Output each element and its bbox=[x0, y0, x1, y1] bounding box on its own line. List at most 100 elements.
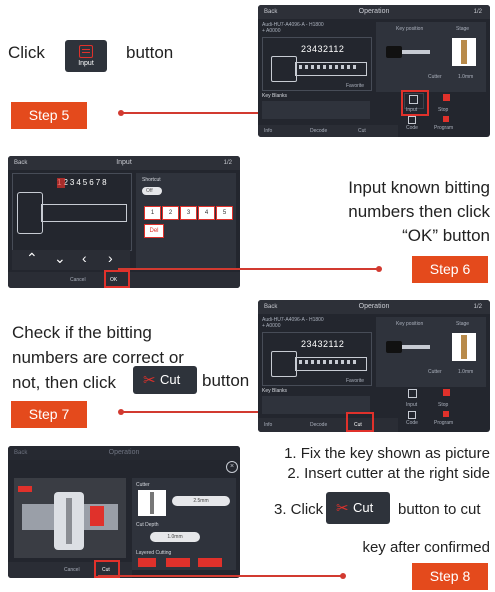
step8-line-4: key after confirmed bbox=[362, 539, 490, 556]
input-key-head bbox=[17, 192, 43, 234]
key-head-shape bbox=[271, 56, 297, 82]
step8-badge: Step 8 bbox=[412, 563, 488, 590]
step5-badge: Step 5 bbox=[11, 102, 87, 129]
step8-line-1: 1. Fix the key shown as picture bbox=[284, 445, 490, 462]
input-btn-text: Input bbox=[406, 107, 418, 113]
keypad-key[interactable]: 4 bbox=[198, 206, 215, 220]
layer-option-2[interactable] bbox=[166, 558, 190, 567]
input-button-illustration: Input bbox=[65, 40, 107, 72]
favorite-label[interactable]: Favorite bbox=[346, 83, 364, 89]
cutter-label-2: Cutter bbox=[428, 369, 442, 375]
arrow-right-icon[interactable]: › bbox=[108, 250, 113, 266]
step8-connector bbox=[98, 575, 344, 577]
digit-keypad: 12345 bbox=[144, 206, 233, 220]
shortcut-label: Shortcut bbox=[142, 177, 161, 183]
program-btn-text-2: Program bbox=[434, 420, 454, 426]
layered-cutting-heading: Layered Cutting bbox=[136, 550, 172, 556]
operation-titlebar-2: Back Operation 1/2 bbox=[258, 300, 490, 314]
step7-connector-dot bbox=[118, 409, 124, 415]
operation-screen-1: Back Operation 1/2 Audi-HU7-A4096-A - H1… bbox=[258, 5, 490, 137]
input-cancel-button[interactable]: Cancel bbox=[70, 277, 86, 283]
arrow-up-icon[interactable]: ⌃ bbox=[26, 250, 38, 267]
layer-option-3[interactable] bbox=[198, 558, 222, 567]
cut-icon-step8: ✂ bbox=[336, 500, 349, 517]
key-fob-icon-2 bbox=[386, 341, 402, 353]
step6-connector bbox=[118, 268, 380, 270]
step7-line-1: Check if the bitting bbox=[12, 323, 152, 342]
input-title: Input bbox=[116, 159, 132, 166]
stop-icon-button[interactable] bbox=[439, 93, 457, 107]
keypad-key[interactable]: 5 bbox=[216, 206, 233, 220]
key-position-label-2: Key position bbox=[396, 321, 424, 327]
cut-button-label-step7: Cut bbox=[160, 372, 181, 387]
bitting-code: 23432112 bbox=[301, 44, 345, 54]
key-position-label: Key position bbox=[396, 26, 424, 32]
keypad-key[interactable]: 2 bbox=[162, 206, 179, 220]
cut-icon: ✂ bbox=[143, 372, 156, 389]
cut-settings-panel: Cutter 2.5mm Cut Depth 1.0mm Layered Cut… bbox=[132, 478, 236, 570]
delete-key[interactable]: Del bbox=[144, 224, 164, 238]
cut-button-illustration-step7: ✂ Cut bbox=[133, 366, 197, 394]
key-cuts bbox=[299, 65, 359, 69]
cut-highlight bbox=[346, 412, 374, 432]
program-btn-text: Program bbox=[434, 125, 454, 131]
step8-line-3-post: button to cut bbox=[398, 501, 481, 518]
cutter-label: Cutter bbox=[428, 74, 442, 80]
decode-button[interactable]: Decode bbox=[310, 128, 327, 134]
cut-titlebar: Back Operation bbox=[8, 446, 240, 460]
keypad-key[interactable]: 3 bbox=[180, 206, 197, 220]
clamp-tag bbox=[18, 486, 32, 492]
code-btn-text: Code bbox=[406, 125, 418, 131]
operation-title-2: Operation bbox=[358, 303, 390, 310]
shortcut-toggle[interactable]: Off bbox=[142, 187, 162, 195]
step5-click-text: Click bbox=[8, 43, 45, 62]
operation-screen-2: Back Operation 1/2 Audi-HU7-A4096-A - H1… bbox=[258, 300, 490, 432]
stop-icon-button-2[interactable] bbox=[439, 388, 457, 402]
info-button-2[interactable]: Info bbox=[264, 422, 272, 428]
close-icon[interactable]: × bbox=[226, 461, 238, 473]
keypad-key[interactable]: 1 bbox=[144, 206, 161, 220]
cut-cancel-button[interactable]: Cancel bbox=[64, 567, 80, 573]
step7-badge: Step 7 bbox=[11, 401, 87, 428]
step5-after-text: button bbox=[126, 43, 174, 62]
input-button-label: Input bbox=[78, 60, 94, 67]
key-cuts-2 bbox=[299, 360, 359, 364]
input-titlebar: Back Input 1/2 bbox=[8, 156, 240, 170]
stop-btn-text-2: Stop bbox=[438, 402, 449, 408]
step6-connector-dot bbox=[376, 266, 382, 272]
clamp-photo bbox=[14, 478, 126, 558]
decode-button-2[interactable]: Decode bbox=[310, 422, 327, 428]
cut-title: Operation bbox=[108, 449, 140, 456]
cutter-select[interactable]: 2.5mm bbox=[172, 496, 230, 506]
key-in-clamp bbox=[90, 506, 104, 526]
input-icon bbox=[79, 45, 93, 58]
layer-option-1[interactable] bbox=[138, 558, 156, 567]
input-top-right: 1/2 bbox=[223, 160, 232, 166]
input-key-blade bbox=[41, 204, 127, 222]
favorite-label-2[interactable]: Favorite bbox=[346, 378, 364, 384]
ok-highlight bbox=[104, 270, 130, 288]
key-blade-small bbox=[402, 50, 430, 54]
clamp-illustration bbox=[452, 38, 476, 66]
arrow-down-icon[interactable]: ⌄ bbox=[54, 250, 66, 267]
stage-label: Stage bbox=[456, 26, 470, 32]
cut-screen: Back Operation × Cutter 2.5mm Cut Depth … bbox=[8, 446, 240, 578]
key-position-panel: Key position Stage Cutter 1.0mm bbox=[376, 22, 486, 92]
screen-counter: 1/2 bbox=[473, 9, 482, 15]
input-icon-button-2[interactable] bbox=[404, 388, 422, 402]
cut-button-label-step8: Cut bbox=[353, 500, 374, 515]
cut-bottom-button[interactable]: Cut bbox=[358, 128, 366, 134]
arrow-left-icon[interactable]: ‹ bbox=[82, 250, 87, 266]
key-model-sub: + A0000 bbox=[262, 28, 281, 34]
key-blanks-label-2: Key Blanks bbox=[262, 388, 288, 394]
active-digit-cursor bbox=[57, 178, 65, 188]
step6-line-2: numbers then click bbox=[348, 202, 490, 221]
clamp-label: 1.0mm bbox=[458, 74, 474, 80]
depth-stepper[interactable]: 1.0mm bbox=[150, 532, 200, 542]
operation-bottom-bar-2: Info Decode Cut bbox=[258, 418, 398, 432]
step7-after-text: button bbox=[202, 371, 250, 390]
info-button[interactable]: Info bbox=[264, 128, 272, 134]
input-right-panel: Shortcut Off bbox=[136, 173, 236, 269]
key-head-shape-2 bbox=[271, 351, 297, 377]
arrow-row: ⌃ ⌄ ‹ › bbox=[12, 250, 130, 270]
